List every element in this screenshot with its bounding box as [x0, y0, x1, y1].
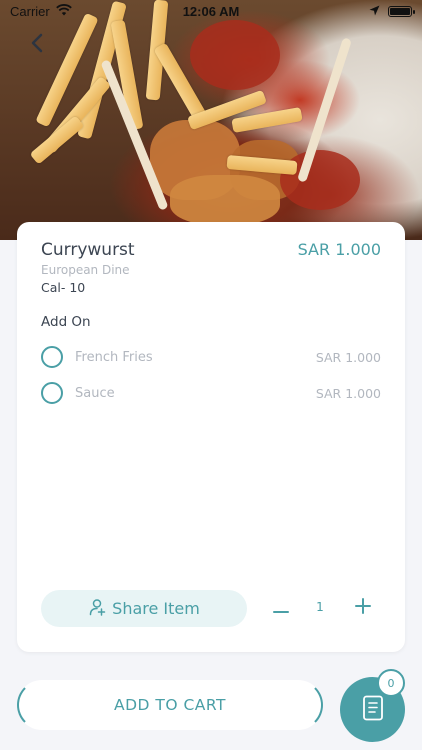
add-on-title: Add On [41, 314, 91, 330]
quantity-increase-button[interactable] [349, 594, 377, 622]
carrier-label: Carrier [10, 3, 50, 19]
add-on-option-french-fries[interactable]: French Fries SAR 1.000 [41, 344, 381, 370]
chevron-left-icon [30, 33, 44, 57]
carrier-group: Carrier [10, 4, 72, 19]
add-on-price: SAR 1.000 [315, 349, 381, 365]
status-right-group [369, 4, 415, 19]
add-on-option-sauce[interactable]: Sauce SAR 1.000 [41, 380, 381, 406]
wifi-icon [55, 3, 72, 19]
location-arrow-icon [369, 4, 380, 19]
radio-button[interactable] [41, 382, 63, 404]
share-item-button[interactable]: Share Item [41, 590, 247, 627]
add-to-cart-label: ADD TO CART [113, 696, 227, 714]
item-name: Currywurst [41, 240, 135, 260]
battery-icon [388, 5, 415, 17]
add-person-icon [88, 598, 106, 620]
item-price: SAR 1.000 [297, 240, 381, 259]
food-image [0, 0, 422, 240]
add-on-price: SAR 1.000 [315, 385, 381, 401]
minus-icon [273, 599, 289, 618]
button-arc-left [17, 680, 67, 730]
share-item-label: Share Item [112, 599, 200, 618]
button-arc-right [273, 680, 323, 730]
receipt-icon [362, 695, 384, 725]
restaurant-name: European Dine [41, 263, 130, 277]
radio-button[interactable] [41, 346, 63, 368]
add-to-cart-button[interactable]: ADD TO CART [17, 680, 323, 730]
plus-icon [355, 598, 371, 618]
quantity-value: 1 [316, 600, 324, 614]
status-bar: Carrier 12:06 AM [0, 0, 422, 22]
quantity-decrease-button[interactable] [267, 594, 295, 622]
item-detail-card: Currywurst SAR 1.000 European Dine Cal- … [17, 222, 405, 652]
cart-count-badge: 0 [377, 669, 405, 697]
back-button[interactable] [22, 30, 52, 60]
item-calories: Cal- 10 [41, 280, 86, 295]
add-on-label: French Fries [75, 349, 153, 365]
add-on-label: Sauce [75, 385, 115, 401]
